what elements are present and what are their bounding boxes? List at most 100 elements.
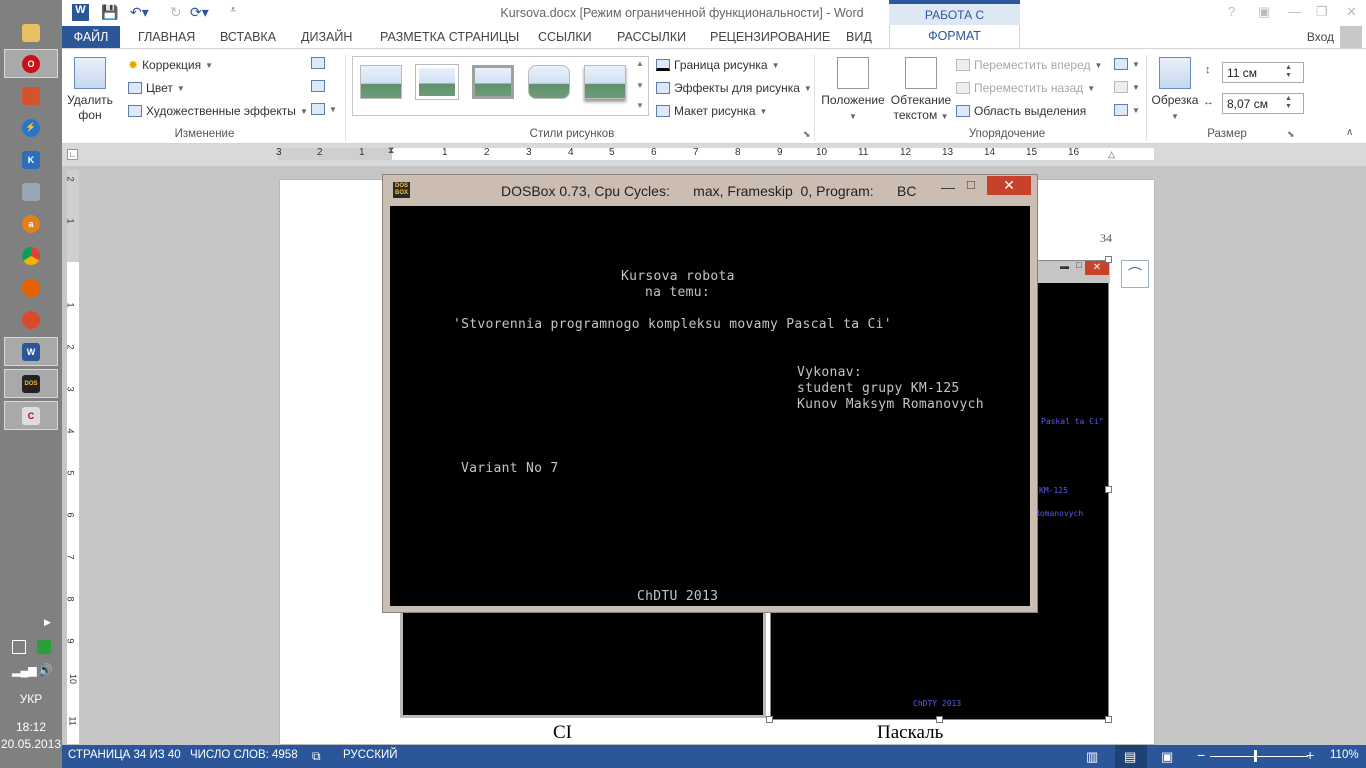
width-stepper-icon[interactable]: ▲ ▼ (1285, 95, 1292, 111)
zoom-in-icon[interactable]: + (1306, 747, 1314, 763)
embedded-picture-ci[interactable] (400, 600, 766, 718)
opera-taskbar-button[interactable]: O (4, 49, 58, 78)
color-button[interactable]: Цвет ▼ (128, 81, 185, 95)
vertical-ruler[interactable]: 2 1 1 2 3 4 5 6 7 8 9 10 11 (66, 170, 79, 744)
tab-selector-icon[interactable]: ∟ (67, 149, 78, 160)
zoom-slider-thumb[interactable] (1254, 750, 1257, 762)
dialog-launcher-icon[interactable]: ⬊ (803, 129, 811, 140)
picture-layout-button[interactable]: Макет рисунка ▼ (656, 104, 767, 118)
pascal-taskbar-button[interactable]: C (4, 401, 58, 430)
bring-forward-button[interactable]: Переместить вперед ▼ (956, 58, 1102, 72)
tab-view[interactable]: ВИД (846, 30, 872, 44)
gallery-more-icon[interactable]: ▼ (636, 101, 644, 110)
tab-format[interactable]: ФОРМАТ (889, 25, 1020, 49)
selection-pane-button[interactable]: Область выделения (956, 104, 1086, 118)
dosbox-window[interactable]: DOS BOX DOSBox 0.73, Cpu Cycles: max, Fr… (382, 174, 1038, 613)
align-button[interactable]: ▼ (1114, 58, 1140, 70)
network-taskbar-button[interactable] (4, 177, 58, 206)
rotate-button[interactable]: ▼ (1114, 104, 1140, 116)
dosbox-minimize-icon[interactable]: — (941, 179, 955, 195)
gallery-up-icon[interactable]: ▲ (636, 59, 644, 68)
zoom-level[interactable]: 110% (1330, 749, 1359, 761)
close-icon[interactable]: ✕ (1346, 4, 1357, 20)
position-button[interactable]: Положение ▼ (818, 93, 888, 124)
dosbox-close-button[interactable]: ✕ (987, 176, 1031, 195)
print-layout-button[interactable]: ▤ (1115, 745, 1147, 768)
wrap-text-icon[interactable] (905, 57, 937, 89)
ribbon-display-icon[interactable]: ▣ (1258, 4, 1270, 20)
change-picture-button[interactable] (311, 80, 325, 92)
gallery-down-icon[interactable]: ▼ (636, 81, 644, 90)
help-icon[interactable]: ? (1228, 4, 1235, 19)
size-dialog-launcher-icon[interactable]: ⬊ (1287, 129, 1295, 140)
clock-date[interactable]: 20.05.2013 (0, 737, 62, 751)
picture-style-4[interactable] (528, 65, 570, 99)
expand-arrow-icon[interactable]: ▶ (44, 617, 51, 628)
tab-page-layout[interactable]: РАЗМЕТКА СТРАНИЦЫ (380, 30, 519, 44)
picture-style-3[interactable] (472, 65, 514, 99)
volume-icon[interactable]: 🔊 (38, 663, 53, 677)
dosbox-taskbar-button[interactable]: DOS (4, 369, 58, 398)
lightning-taskbar-button[interactable]: ⚡ (4, 113, 58, 142)
page-counter[interactable]: СТРАНИЦА 34 ИЗ 40 (68, 749, 181, 761)
tab-review[interactable]: РЕЦЕНЗИРОВАНИЕ (710, 30, 830, 44)
avast-taskbar-button[interactable]: a (4, 209, 58, 238)
corrections-button[interactable]: ✹ Коррекция ▼ (128, 58, 213, 72)
picture-style-2[interactable] (416, 65, 458, 99)
position-icon[interactable] (837, 57, 869, 89)
chrome-taskbar-button[interactable] (4, 241, 58, 270)
signal-icon[interactable]: ▂▄▆ (12, 664, 37, 677)
picture-border-button[interactable]: Граница рисунка ▼ (656, 58, 780, 72)
height-stepper-icon[interactable]: ▲ ▼ (1285, 64, 1292, 80)
language-status[interactable]: РУССКИЙ (343, 749, 398, 761)
right-indent-marker-icon[interactable]: △ (1108, 149, 1115, 160)
wrap-text-button[interactable]: Обтекание текстом ▼ (888, 93, 954, 124)
reset-picture-button[interactable]: ▼ (311, 103, 337, 115)
restore-icon[interactable]: ❐ (1316, 4, 1328, 20)
minimize-icon[interactable]: — (1288, 4, 1301, 19)
tab-mailings[interactable]: РАССЫЛКИ (617, 30, 686, 44)
zoom-out-icon[interactable]: − (1197, 747, 1205, 763)
tray-app-icon[interactable] (37, 640, 51, 654)
sign-in-link[interactable]: Вход (1307, 30, 1334, 44)
tool-taskbar-button[interactable] (4, 81, 58, 110)
remove-background-button[interactable]: Удалить фон (64, 93, 116, 123)
resize-handle[interactable] (1105, 256, 1112, 263)
dosbox-screen[interactable]: Kursova robota na temu: 'Stvorennia prog… (390, 206, 1030, 606)
tab-file[interactable]: ФАЙЛ (62, 26, 120, 48)
clock-time[interactable]: 18:12 (0, 720, 62, 734)
tab-home[interactable]: ГЛАВНАЯ (138, 30, 195, 44)
artistic-effects-button[interactable]: Художественные эффекты ▼ (128, 104, 308, 118)
send-backward-button[interactable]: Переместить назад ▼ (956, 81, 1095, 95)
collapse-ribbon-icon[interactable]: ∧ (1346, 127, 1353, 138)
avatar[interactable] (1340, 26, 1362, 48)
crop-button[interactable]: Обрезка ▼ (1148, 93, 1202, 124)
word-count[interactable]: ЧИСЛО СЛОВ: 4958 (190, 749, 298, 761)
remove-background-icon[interactable] (74, 57, 106, 89)
picture-style-1[interactable] (360, 65, 402, 99)
web-layout-icon[interactable]: ▣ (1161, 749, 1173, 765)
zoom-slider[interactable] (1210, 756, 1308, 757)
dosbox-maximize-icon[interactable]: □ (967, 177, 975, 192)
horizontal-ruler[interactable]: 3 2 1 ⧗ 1 2 3 4 5 6 7 8 9 10 11 12 13 14… (276, 145, 1154, 160)
dosbox-titlebar[interactable]: DOS BOX DOSBox 0.73, Cpu Cycles: max, Fr… (383, 175, 1037, 204)
resize-handle[interactable] (1105, 486, 1112, 493)
explorer-taskbar-button[interactable] (4, 18, 58, 47)
group-objects-button[interactable]: ▼ (1114, 81, 1140, 93)
read-mode-icon[interactable]: ▥ (1086, 749, 1098, 765)
picture-style-5[interactable] (584, 65, 626, 99)
resize-handle[interactable] (766, 716, 773, 723)
power-icon[interactable] (12, 640, 26, 654)
picture-effects-button[interactable]: Эффекты для рисунка ▼ (656, 81, 812, 95)
tab-design[interactable]: ДИЗАЙН (301, 30, 352, 44)
app-taskbar-button[interactable] (4, 305, 58, 334)
tab-insert[interactable]: ВСТАВКА (220, 30, 276, 44)
crop-icon[interactable] (1159, 57, 1191, 89)
language-indicator[interactable]: УКР (0, 692, 62, 706)
resize-handle[interactable] (1105, 716, 1112, 723)
knf-taskbar-button[interactable]: K (4, 145, 58, 174)
word-taskbar-button[interactable]: W (4, 337, 58, 366)
tab-references[interactable]: ССЫЛКИ (538, 30, 592, 44)
proofing-icon[interactable]: ⧉ (312, 749, 321, 764)
indent-marker-icon[interactable]: ⧗ (388, 145, 394, 156)
